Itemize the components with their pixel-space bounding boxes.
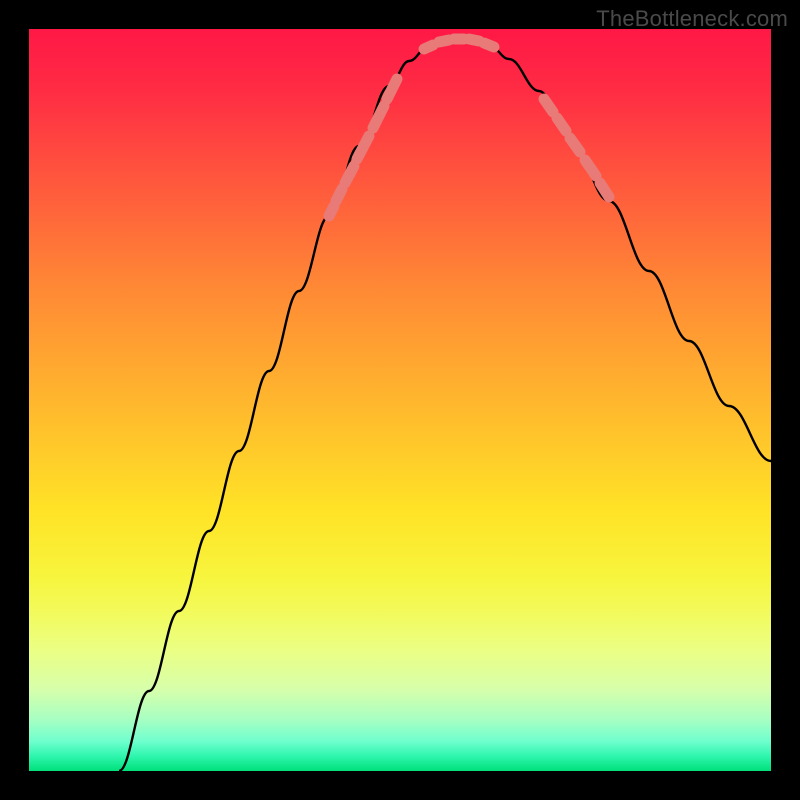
highlight-dash [544,99,553,112]
highlight-dash [600,183,609,197]
highlight-dash [439,40,449,42]
highlight-dash [387,79,397,99]
highlight-dash [557,118,566,131]
highlight-dash [373,106,384,128]
highlight-markers [329,39,609,216]
highlight-dash [484,43,494,47]
curve-svg [29,29,771,771]
bottleneck-curve-path [119,39,771,771]
highlight-dash [336,189,342,201]
chart-plot-area [29,29,771,771]
highlight-dash [585,160,596,176]
highlight-dash [329,206,334,216]
highlight-dash [357,136,369,159]
highlight-dash [424,45,433,49]
highlight-dash [570,138,580,152]
highlight-dash [469,39,479,41]
